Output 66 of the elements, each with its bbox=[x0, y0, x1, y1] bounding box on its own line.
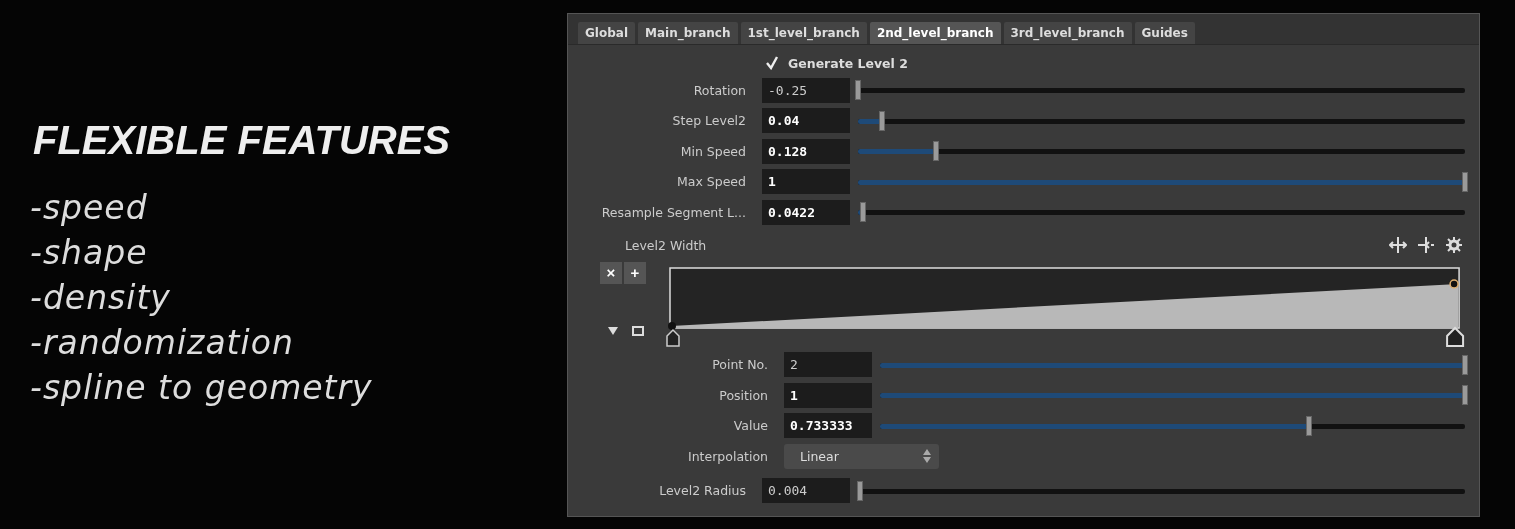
feature-item: -speed bbox=[30, 187, 149, 229]
slider-thumb[interactable] bbox=[879, 110, 886, 131]
delete-point-button[interactable]: × bbox=[600, 261, 622, 284]
ramp-point[interactable] bbox=[667, 321, 676, 330]
value-field[interactable]: 0.004 bbox=[762, 478, 850, 504]
key-marker[interactable] bbox=[666, 328, 680, 347]
checkbox[interactable] bbox=[764, 55, 780, 71]
tab[interactable]: 2nd_level_branch bbox=[869, 22, 1001, 44]
slider[interactable] bbox=[858, 480, 1465, 501]
ramp-label: Level2 Width bbox=[625, 238, 707, 253]
slider-thumb[interactable] bbox=[1305, 415, 1312, 436]
split-arrows-icon[interactable] bbox=[1417, 235, 1435, 254]
param-label: Position bbox=[718, 387, 769, 403]
param-label: Resample Segment L... bbox=[600, 204, 747, 220]
value-field[interactable]: 0.0422 bbox=[762, 199, 850, 225]
dropdown-triangle-icon[interactable] bbox=[608, 326, 618, 335]
param-label: Level2 Radius bbox=[658, 483, 747, 499]
slider-thumb[interactable] bbox=[1462, 354, 1468, 375]
interpolation-dropdown[interactable]: Linear bbox=[784, 443, 939, 469]
feature-item: -shape bbox=[30, 232, 149, 274]
param-label: Min Speed bbox=[679, 143, 747, 159]
value-field[interactable]: -0.25 bbox=[762, 77, 850, 103]
param-label: Value bbox=[732, 418, 769, 434]
up-down-arrows-icon bbox=[923, 449, 931, 464]
slider[interactable] bbox=[880, 385, 1465, 406]
tab[interactable]: Guides bbox=[1134, 22, 1195, 44]
promo-title: FLEXIBLE FEATURES bbox=[33, 118, 452, 163]
slider[interactable] bbox=[880, 415, 1465, 436]
value-field[interactable]: 0.128 bbox=[762, 138, 850, 164]
value-field[interactable]: 2 bbox=[784, 352, 872, 378]
gear-icon[interactable] bbox=[1445, 235, 1465, 256]
param-label: Interpolation bbox=[687, 448, 769, 464]
tab[interactable]: Main_branch bbox=[638, 22, 738, 44]
value-field[interactable]: 0.733333 bbox=[784, 413, 872, 439]
slider[interactable] bbox=[858, 171, 1465, 192]
param-label: Rotation bbox=[692, 82, 747, 98]
value-field[interactable]: 1 bbox=[784, 382, 872, 408]
slider[interactable] bbox=[858, 80, 1465, 101]
tab[interactable]: 3rd_level_branch bbox=[1003, 22, 1132, 44]
tab[interactable]: 1st_level_branch bbox=[740, 22, 867, 44]
value-field[interactable]: 1 bbox=[762, 169, 850, 195]
feature-item: -density bbox=[30, 277, 172, 319]
loop-icon[interactable] bbox=[632, 325, 644, 336]
slider-thumb[interactable] bbox=[1462, 171, 1468, 192]
check-icon bbox=[765, 56, 779, 70]
slider[interactable] bbox=[880, 354, 1465, 375]
feature-item: -randomization bbox=[30, 322, 295, 364]
feature-item: -spline to geometry bbox=[30, 367, 374, 409]
slider[interactable] bbox=[858, 202, 1465, 223]
slider[interactable] bbox=[858, 141, 1465, 162]
key-marker[interactable] bbox=[1446, 326, 1464, 347]
value-field[interactable]: 0.04 bbox=[762, 108, 850, 134]
slider[interactable] bbox=[858, 110, 1465, 131]
slider-thumb[interactable] bbox=[859, 202, 866, 223]
tab[interactable]: Global bbox=[578, 22, 635, 44]
param-label: Step Level2 bbox=[671, 113, 747, 129]
ramp-point[interactable] bbox=[1449, 278, 1459, 289]
param-label: Max Speed bbox=[676, 174, 747, 190]
param-label: Point No. bbox=[711, 357, 769, 373]
slider-thumb[interactable] bbox=[855, 80, 861, 101]
add-point-button[interactable]: + bbox=[624, 261, 646, 284]
cross-arrows-icon[interactable] bbox=[1389, 235, 1407, 254]
slider-thumb[interactable] bbox=[857, 480, 864, 501]
checkbox-label: Generate Level 2 bbox=[788, 55, 908, 71]
slider-thumb[interactable] bbox=[932, 141, 939, 162]
slider-thumb[interactable] bbox=[1462, 385, 1468, 406]
